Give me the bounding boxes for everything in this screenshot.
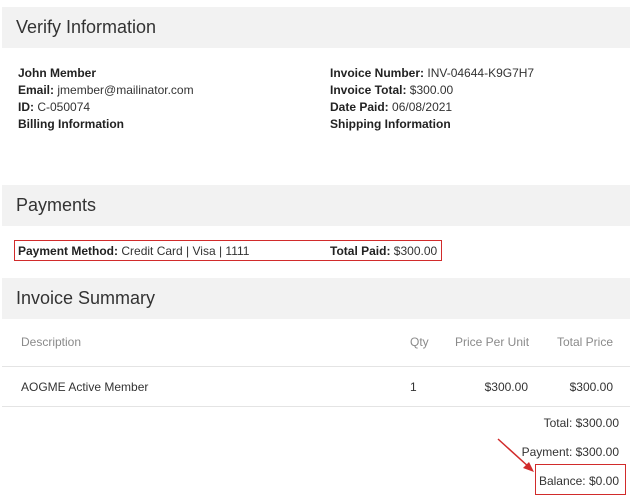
summary-total: Total: $300.00 (543, 416, 619, 430)
verify-information-title: Verify Information (16, 17, 157, 37)
row-description: AOGME Active Member (21, 380, 149, 394)
payment-method-value: Credit Card | Visa | 1111 (121, 244, 250, 258)
column-header-qty: Qty (410, 335, 429, 349)
date-paid-value: 06/08/2021 (392, 100, 453, 114)
total-paid: Total Paid: $300.00 (330, 243, 437, 260)
summary-balance: Balance: $0.00 (538, 474, 619, 488)
email-value: jmember@mailinator.com (57, 83, 194, 97)
total-paid-value: $300.00 (393, 244, 438, 258)
payments-title: Payments (16, 195, 97, 215)
table-row-divider (2, 406, 630, 407)
invoice-summary-header: Invoice Summary (2, 278, 630, 319)
total-paid-label: Total Paid: (330, 244, 391, 258)
row-total-price: $300.00 (569, 380, 613, 394)
invoice-number-value: INV-04644-K9G7H7 (427, 66, 535, 80)
invoice-summary-title: Invoice Summary (16, 288, 156, 308)
date-paid-label: Date Paid: (330, 100, 389, 114)
invoice-info: Invoice Number: INV-04644-K9G7H7 Invoice… (330, 65, 534, 133)
invoice-number-label: Invoice Number: (330, 66, 425, 80)
column-header-total-price: Total Price (557, 335, 614, 349)
shipping-information-link[interactable]: Shipping Information (330, 117, 451, 131)
member-info: John Member Email: jmember@mailinator.co… (18, 65, 194, 133)
payments-header: Payments (2, 185, 630, 226)
column-header-description: Description (21, 335, 82, 349)
payment-method-label: Payment Method: (18, 244, 119, 258)
invoice-total-label: Invoice Total: (330, 83, 407, 97)
email-label: Email: (18, 83, 55, 97)
member-name: John Member (18, 66, 97, 80)
table-header-divider (2, 366, 630, 367)
row-price-per-unit: $300.00 (484, 380, 528, 394)
payment-method: Payment Method: Credit Card | Visa | 111… (18, 243, 249, 260)
annotation-arrow-icon (497, 438, 534, 472)
id-value: C-050074 (37, 100, 91, 114)
verify-information-header: Verify Information (2, 7, 630, 48)
id-label: ID: (18, 100, 34, 114)
column-header-price-per-unit: Price Per Unit (455, 335, 530, 349)
invoice-total-value: $300.00 (409, 83, 454, 97)
row-qty: 1 (410, 380, 417, 394)
billing-information-link[interactable]: Billing Information (18, 117, 124, 131)
